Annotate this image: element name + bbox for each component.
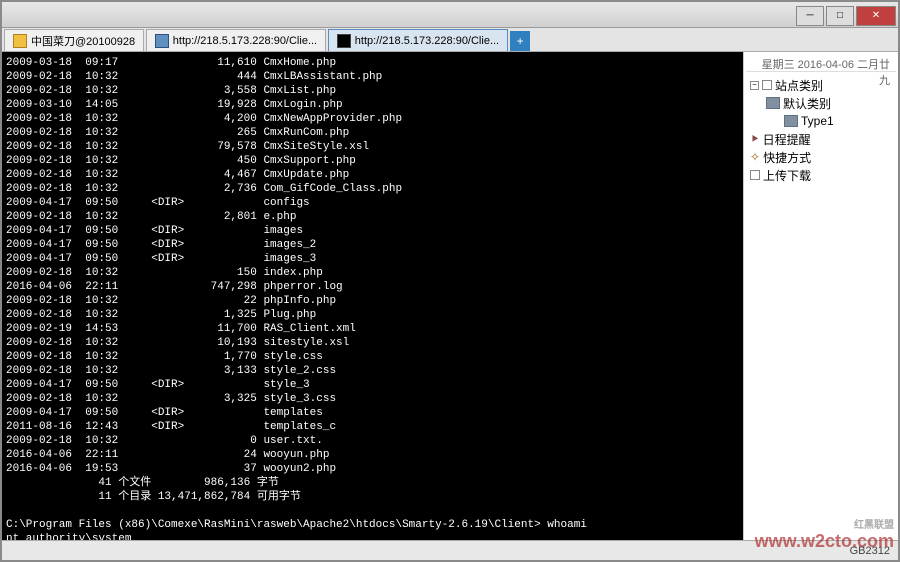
terminal-file-list: 2009-03-18 09:17 11,610 CmxHome.php 2009…: [6, 56, 739, 476]
terminal-summary-2: 11 个目录 13,471,862,784 可用字节: [6, 490, 739, 504]
tree-label: 快捷方式: [763, 149, 811, 166]
terminal[interactable]: 2009-03-18 09:17 11,610 CmxHome.php 2009…: [2, 52, 743, 540]
folder-icon: [766, 97, 780, 109]
tab-label: http://218.5.173.228:90/Clie...: [355, 35, 499, 47]
tree-label: Type1: [801, 114, 834, 128]
folder-icon: [13, 34, 27, 48]
arrow-icon: ⯈: [750, 132, 760, 147]
tab-label: http://218.5.173.228:90/Clie...: [173, 35, 317, 47]
tree-item-schedule[interactable]: ⯈ 日程提醒: [748, 130, 894, 148]
sidebar: 星期三 2016-04-06 二月廿九 − 站点类别 默认类别 Type1 ⯈: [743, 52, 898, 540]
minimize-button[interactable]: ─: [796, 6, 824, 26]
titlebar: ─ □ ✕: [2, 2, 898, 28]
tree-item-type1[interactable]: Type1: [748, 112, 894, 130]
date-bar: 星期三 2016-04-06 二月廿九: [746, 54, 896, 72]
maximize-button[interactable]: □: [826, 6, 854, 26]
tree-label: 默认类别: [783, 95, 831, 112]
tabs-bar: 中国菜刀@20100928 http://218.5.173.228:90/Cl…: [2, 28, 898, 52]
tree-item-shortcut[interactable]: ✧ 快捷方式: [748, 148, 894, 166]
terminal-result-1: nt authority\system: [6, 532, 739, 540]
tab-http-1[interactable]: http://218.5.173.228:90/Clie...: [146, 29, 326, 51]
bulb-icon: ✧: [750, 150, 760, 164]
terminal-summary-1: 41 个文件 986,136 字节: [6, 476, 739, 490]
window-controls: ─ □ ✕: [796, 4, 898, 26]
cmd-icon: [337, 34, 351, 48]
tree-label: 上传下载: [763, 167, 811, 184]
tab-main[interactable]: 中国菜刀@20100928: [4, 29, 144, 51]
main-area: 2009-03-18 09:17 11,610 CmxHome.php 2009…: [2, 52, 898, 540]
folder-icon: [155, 34, 169, 48]
tab-label: 中国菜刀@20100928: [31, 33, 135, 49]
tab-http-2[interactable]: http://218.5.173.228:90/Clie...: [328, 29, 508, 51]
checkbox-icon[interactable]: [762, 80, 772, 90]
app-window: ─ □ ✕ 中国菜刀@20100928 http://218.5.173.228…: [0, 0, 900, 562]
tree-item-default[interactable]: 默认类别: [748, 94, 894, 112]
terminal-blank: [6, 504, 739, 518]
tree-collapse-icon[interactable]: −: [750, 81, 759, 90]
tree-label: 站点类别: [775, 77, 823, 94]
tree: − 站点类别 默认类别 Type1 ⯈ 日程提醒 ✧: [746, 72, 896, 188]
encoding-label: GB2312: [850, 545, 890, 557]
tree-label: 日程提醒: [763, 131, 811, 148]
status-bar: GB2312: [2, 540, 898, 560]
tree-root[interactable]: − 站点类别: [748, 76, 894, 94]
tree-item-upload[interactable]: 上传下载: [748, 166, 894, 184]
box-icon: [750, 170, 760, 180]
close-button[interactable]: ✕: [856, 6, 896, 26]
terminal-prompt-1: C:\Program Files (x86)\Comexe\RasMini\ra…: [6, 518, 739, 532]
add-tab-button[interactable]: +: [510, 31, 530, 51]
folder-icon: [784, 115, 798, 127]
